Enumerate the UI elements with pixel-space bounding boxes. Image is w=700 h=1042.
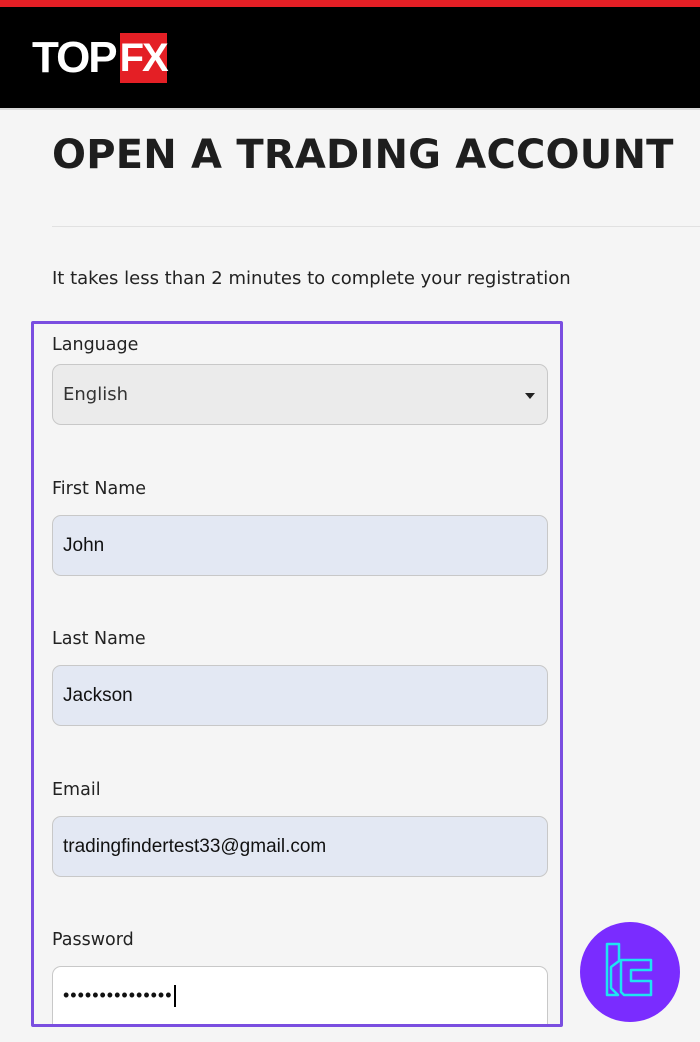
language-select-value: English: [63, 384, 128, 405]
email-input[interactable]: tradingfindertest33@gmail.com: [52, 816, 548, 877]
email-value: tradingfindertest33@gmail.com: [63, 835, 327, 857]
last-name-input[interactable]: Jackson: [52, 665, 548, 726]
header-accent-bar: [0, 0, 700, 7]
first-name-input[interactable]: John: [52, 515, 548, 576]
first-name-value: John: [63, 534, 105, 556]
registration-subtitle: It takes less than 2 minutes to complete…: [52, 268, 571, 289]
brand-logo-icon: [605, 942, 653, 997]
email-label: Email: [52, 780, 101, 800]
logo-text-fx: FX: [119, 36, 169, 80]
page-title: OPEN A TRADING ACCOUNT: [52, 132, 674, 178]
password-label: Password: [52, 930, 134, 950]
password-input[interactable]: •••••••••••••••: [52, 966, 548, 1024]
last-name-label: Last Name: [52, 629, 146, 649]
logo-text-top: TOP: [32, 33, 118, 82]
topfx-logo[interactable]: TOP FX: [32, 33, 169, 83]
language-select[interactable]: English: [52, 364, 548, 425]
brand-logo-badge[interactable]: [580, 922, 680, 1022]
last-name-value: Jackson: [63, 684, 133, 706]
site-header: TOP FX: [0, 7, 700, 108]
title-divider: [52, 226, 700, 227]
caret-down-icon: [525, 393, 535, 399]
logo-fx-box: FX: [119, 33, 169, 83]
text-cursor: [173, 984, 176, 1007]
first-name-label: First Name: [52, 479, 147, 499]
header-divider: [0, 108, 700, 110]
language-label: Language: [52, 335, 139, 355]
password-masked-value: •••••••••••••••: [63, 985, 173, 1005]
